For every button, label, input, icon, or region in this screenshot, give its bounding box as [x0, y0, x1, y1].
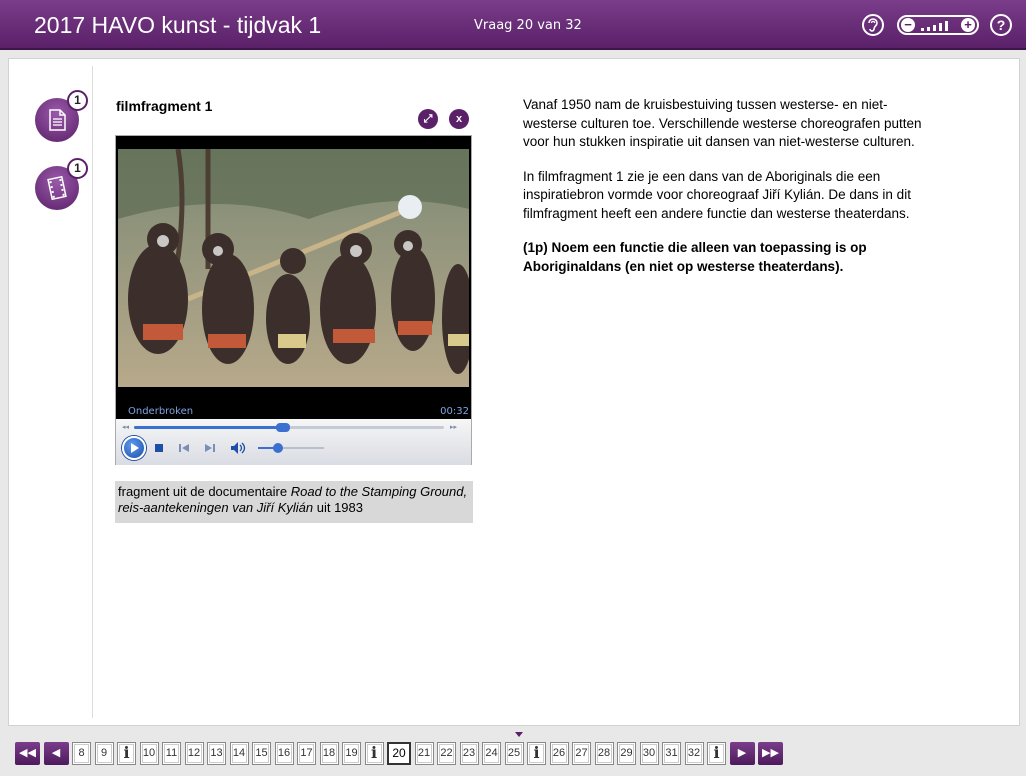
question-navigation: ◀◀ ◀ 8 9 i 10 11 12 13 14 15 16 17 18 19 i 20 21 22 23 24 25 i…	[15, 742, 787, 766]
next-icon[interactable]	[204, 443, 216, 453]
stop-icon[interactable]	[154, 443, 164, 453]
ear-icon[interactable]	[862, 14, 884, 36]
zoom-control: − +	[897, 15, 979, 35]
question-19-button[interactable]: 19	[342, 742, 361, 765]
question-text: Vanaf 1950 nam de kruisbestuiving tussen…	[523, 96, 923, 292]
question-paragraph-1: Vanaf 1950 nam de kruisbestuiving tussen…	[523, 97, 922, 149]
caption-prefix: fragment uit de documentaire	[118, 484, 291, 499]
seek-thumb[interactable]	[275, 423, 290, 432]
question-25-button[interactable]: 25	[504, 742, 524, 765]
video-frame[interactable]	[118, 149, 469, 387]
volume-thumb[interactable]	[272, 443, 283, 453]
last-question-button[interactable]: ▶▶	[758, 742, 783, 765]
question-31-button[interactable]: 31	[662, 742, 681, 765]
question-27-button[interactable]: 27	[572, 742, 591, 765]
question-22-button[interactable]: 22	[437, 742, 456, 765]
close-button[interactable]: x	[449, 109, 469, 129]
seek-bar[interactable]	[134, 423, 444, 432]
question-12-button[interactable]: 12	[184, 742, 204, 765]
playback-status: Onderbroken	[128, 406, 194, 417]
previous-icon[interactable]	[178, 443, 190, 453]
next-question-button[interactable]: ▶	[729, 742, 755, 765]
sidebar-divider	[92, 66, 93, 718]
info-page-button[interactable]: i	[527, 742, 546, 765]
video-player[interactable]: Onderbroken 00:32 ◂◂ ▸▸	[115, 135, 472, 465]
question-13-button[interactable]: 13	[207, 742, 226, 765]
info-page-button[interactable]: i	[117, 742, 136, 765]
info-page-button[interactable]: i	[707, 742, 726, 765]
question-24-button[interactable]: 24	[482, 742, 501, 765]
document-icon	[49, 109, 66, 131]
question-28-button[interactable]: 28	[594, 742, 614, 765]
volume-icon[interactable]	[230, 441, 246, 455]
playback-time: 00:32	[440, 406, 469, 417]
volume-slider[interactable]	[258, 443, 324, 453]
play-button[interactable]	[122, 436, 146, 460]
question-8-button[interactable]: 8	[72, 742, 91, 765]
question-prompt: (1p) Noem een functie die alleen van toe…	[523, 240, 867, 274]
question-15-button[interactable]: 15	[252, 742, 271, 765]
question-20-button[interactable]: 20	[387, 742, 411, 765]
question-9-button[interactable]: 9	[94, 742, 114, 765]
question-paragraph-2: In filmfragment 1 zie je een dans van de…	[523, 168, 911, 221]
zoom-in-button[interactable]: +	[961, 18, 975, 32]
expand-button[interactable]: ⤢	[418, 109, 438, 129]
question-29-button[interactable]: 29	[617, 742, 636, 765]
forward-small-icon[interactable]: ▸▸	[450, 423, 457, 431]
player-controls: ◂◂ ▸▸	[116, 419, 471, 465]
zoom-level-bars	[921, 20, 957, 31]
info-page-button[interactable]: i	[364, 742, 384, 765]
film-icon	[47, 176, 67, 200]
film-count-badge: 1	[67, 158, 88, 179]
source-document-button[interactable]: 1	[35, 90, 88, 142]
question-17-button[interactable]: 17	[297, 742, 316, 765]
exam-app: 2017 HAVO kunst - tijdvak 1 Vraag 20 van…	[0, 0, 1026, 776]
rewind-small-icon[interactable]: ◂◂	[122, 423, 129, 431]
previous-question-button[interactable]: ◀	[43, 742, 69, 765]
caption-suffix: uit 1983	[313, 500, 363, 515]
header-bar: 2017 HAVO kunst - tijdvak 1 Vraag 20 van…	[0, 0, 1026, 50]
question-21-button[interactable]: 21	[414, 742, 434, 765]
source-title: filmfragment 1	[116, 98, 213, 114]
document-count-badge: 1	[67, 90, 88, 111]
question-counter: Vraag 20 van 32	[474, 18, 582, 33]
question-14-button[interactable]: 14	[229, 742, 249, 765]
question-10-button[interactable]: 10	[139, 742, 159, 765]
question-16-button[interactable]: 16	[274, 742, 294, 765]
source-film-button[interactable]: 1	[35, 158, 88, 210]
question-26-button[interactable]: 26	[549, 742, 569, 765]
help-icon[interactable]: ?	[990, 14, 1012, 36]
question-18-button[interactable]: 18	[319, 742, 339, 765]
video-still	[118, 149, 469, 387]
first-question-button[interactable]: ◀◀	[15, 742, 40, 765]
play-icon	[131, 443, 139, 453]
question-23-button[interactable]: 23	[459, 742, 479, 765]
zoom-out-button[interactable]: −	[901, 18, 915, 32]
question-32-button[interactable]: 32	[684, 742, 704, 765]
exam-title: 2017 HAVO kunst - tijdvak 1	[34, 12, 322, 38]
seek-fill	[134, 426, 283, 429]
question-30-button[interactable]: 30	[639, 742, 659, 765]
question-11-button[interactable]: 11	[162, 742, 181, 765]
source-caption: fragment uit de documentaire Road to the…	[115, 481, 473, 523]
current-page-marker	[515, 732, 523, 737]
